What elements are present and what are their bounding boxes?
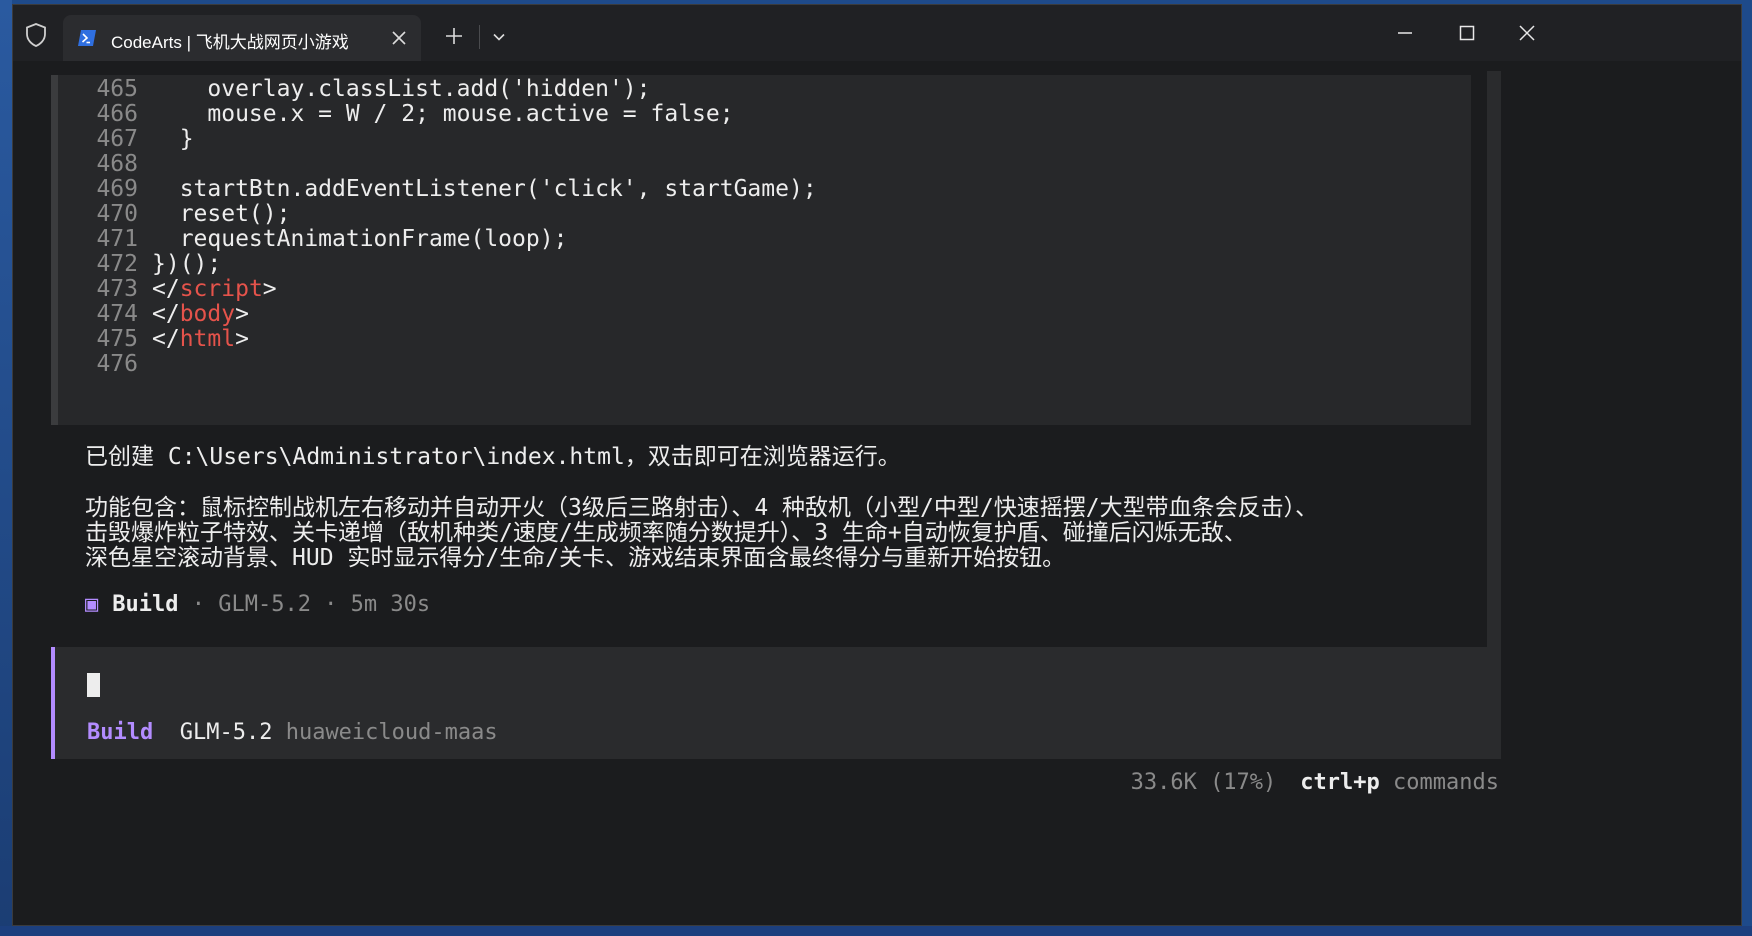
commands-label: commands <box>1379 770 1499 795</box>
scrollbar[interactable] <box>1487 71 1501 677</box>
agent-mode[interactable]: Build <box>87 720 153 745</box>
code-punct: > <box>235 301 249 327</box>
code-line: 468 <box>58 150 152 178</box>
line-number: 473 <box>96 276 138 302</box>
code-punct: </ <box>152 276 180 302</box>
plus-icon[interactable] <box>445 27 463 45</box>
provider-name: huaweicloud-maas <box>285 720 498 745</box>
code-text: </script> <box>138 275 277 303</box>
code-text: requestAnimationFrame(loop); <box>152 226 568 252</box>
html-tag: body <box>179 301 236 327</box>
build-agent-label: Build <box>112 592 179 617</box>
close-icon[interactable] <box>1513 19 1541 47</box>
commands-shortcut[interactable]: ctrl+p <box>1300 770 1379 795</box>
model-name[interactable]: GLM-5.2 <box>180 720 273 745</box>
code-punct: > <box>235 326 249 352</box>
code-line: 465 overlay.classList.add('hidden'); <box>58 75 651 103</box>
code-text: })(); <box>152 251 222 277</box>
code-line: 467 } <box>58 125 194 153</box>
build-summary: ▣ Build · GLM-5.2 · 5m 30s <box>85 591 430 619</box>
assistant-message-line: 击毁爆炸粒子特效、关卡递增（敌机种类/速度/生成频率随分数提升）、3 生命+自动… <box>85 520 1247 546</box>
code-line: 469 startBtn.addEventListener('click', s… <box>58 175 817 203</box>
code-preview: 465 overlay.classList.add('hidden'); 466… <box>51 75 1471 425</box>
terminal-window: CodeArts | 飞机大战网页小游戏 465 overlay.classLi… <box>12 4 1742 926</box>
line-number: 475 <box>96 326 138 352</box>
assistant-message-line: 功能包含：鼠标控制战机左右移动并自动开火（3级后三路射击）、4 种敌机（小型/中… <box>85 495 1319 521</box>
desktop-background <box>0 0 12 936</box>
code-line: 474 </body> <box>58 300 249 328</box>
code-text: </html> <box>138 325 249 353</box>
line-number: 465 <box>96 76 138 102</box>
html-tag: html <box>179 326 236 352</box>
code-text: startBtn.addEventListener('click', start… <box>152 176 817 202</box>
line-number: 476 <box>96 351 138 377</box>
line-number: 472 <box>96 251 138 277</box>
line-number: 469 <box>96 176 138 202</box>
code-text: mouse.x = W / 2; mouse.active = false; <box>152 101 734 127</box>
desktop-taskbar <box>0 926 1752 936</box>
code-line: 470 reset(); <box>58 200 290 228</box>
close-tab-icon[interactable] <box>389 28 409 48</box>
maximize-icon[interactable] <box>1453 19 1481 47</box>
line-number: 470 <box>96 201 138 227</box>
code-line: 473 </script> <box>58 275 277 303</box>
code-text: reset(); <box>152 201 291 227</box>
chevron-down-icon[interactable] <box>491 29 507 45</box>
line-number: 466 <box>96 101 138 127</box>
line-number: 467 <box>96 126 138 152</box>
shield-icon <box>25 23 47 47</box>
footer-bar: 33.6K (17%) ctrl+p commands <box>1131 769 1499 797</box>
code-text: overlay.classList.add('hidden'); <box>152 76 651 102</box>
build-meta: · GLM-5.2 · 5m 30s <box>178 592 431 617</box>
code-text: </body> <box>138 300 249 328</box>
terminal-content: 465 overlay.classList.add('hidden'); 466… <box>13 61 1741 927</box>
code-line: 476 <box>58 350 152 378</box>
context-usage: 33.6K (17%) <box>1130 770 1277 795</box>
tab-title: CodeArts | 飞机大战网页小游戏 <box>111 33 349 52</box>
assistant-message-line: 深色星空滚动背景、HUD 实时显示得分/生命/关卡、游戏结束界面含最终得分与重新… <box>85 545 1066 571</box>
prompt-status: Build GLM-5.2 huaweicloud-maas <box>87 719 498 747</box>
code-line: 466 mouse.x = W / 2; mouse.active = fals… <box>58 100 734 128</box>
code-line: 472 })(); <box>58 250 221 278</box>
code-line: 471 requestAnimationFrame(loop); <box>58 225 567 253</box>
minimize-icon[interactable] <box>1391 19 1419 47</box>
code-punct: </ <box>152 301 180 327</box>
text-cursor <box>87 673 100 697</box>
code-punct: </ <box>152 326 180 352</box>
code-text: } <box>152 126 194 152</box>
html-tag: script <box>179 276 263 302</box>
line-number: 468 <box>96 151 138 177</box>
tab-codearts[interactable]: CodeArts | 飞机大战网页小游戏 <box>63 15 421 61</box>
line-number: 474 <box>96 301 138 327</box>
powershell-icon <box>77 29 97 47</box>
assistant-message-line: 已创建 C:\Users\Administrator\index.html，双击… <box>85 444 901 470</box>
build-square-icon: ▣ <box>85 592 99 617</box>
tab-divider <box>479 25 480 49</box>
prompt-input[interactable]: Build GLM-5.2 huaweicloud-maas <box>51 647 1501 759</box>
code-punct: > <box>262 276 277 302</box>
line-number: 471 <box>96 226 138 252</box>
code-line: 475 </html> <box>58 325 249 353</box>
title-bar: CodeArts | 飞机大战网页小游戏 <box>13 5 1741 61</box>
